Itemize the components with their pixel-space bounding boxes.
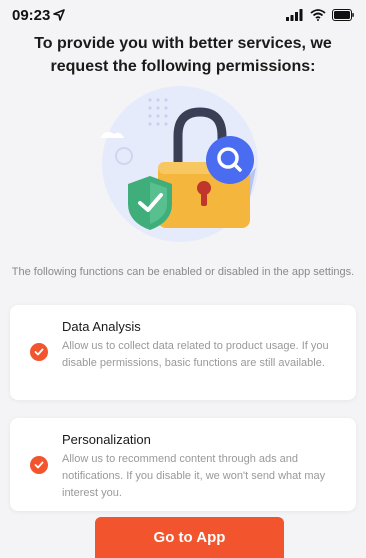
permission-description: Allow us to collect data related to prod… xyxy=(62,340,329,369)
permission-title: Data Analysis xyxy=(62,319,141,334)
page-title: To provide you with better services, we … xyxy=(34,35,332,75)
status-icons xyxy=(286,9,354,21)
permissions-illustration xyxy=(80,76,280,256)
permission-title: Personalization xyxy=(62,432,151,447)
status-time: 09:23 xyxy=(12,6,66,24)
wifi-icon xyxy=(310,9,326,21)
location-arrow-icon xyxy=(53,9,66,21)
checkmark-icon xyxy=(34,461,44,469)
checkmark-icon xyxy=(34,348,44,356)
checkbox-checked-icon[interactable] xyxy=(30,456,48,474)
battery-icon xyxy=(332,9,354,21)
status-bar: 09:23 xyxy=(0,0,366,30)
time-text: 09:23 xyxy=(12,6,51,24)
signal-icon xyxy=(286,9,303,21)
settings-hint-text: The following functions can be enabled o… xyxy=(11,266,355,278)
permission-card-personalization[interactable]: Personalization Allow us to recommend co… xyxy=(10,418,356,511)
checkbox-checked-icon[interactable] xyxy=(30,343,48,361)
permission-description: Allow us to recommend content through ad… xyxy=(62,453,326,499)
go-to-app-button[interactable]: Go to App xyxy=(95,517,284,558)
padlock-illustration xyxy=(100,86,258,242)
permission-card-data-analysis[interactable]: Data Analysis Allow us to collect data r… xyxy=(10,305,356,400)
